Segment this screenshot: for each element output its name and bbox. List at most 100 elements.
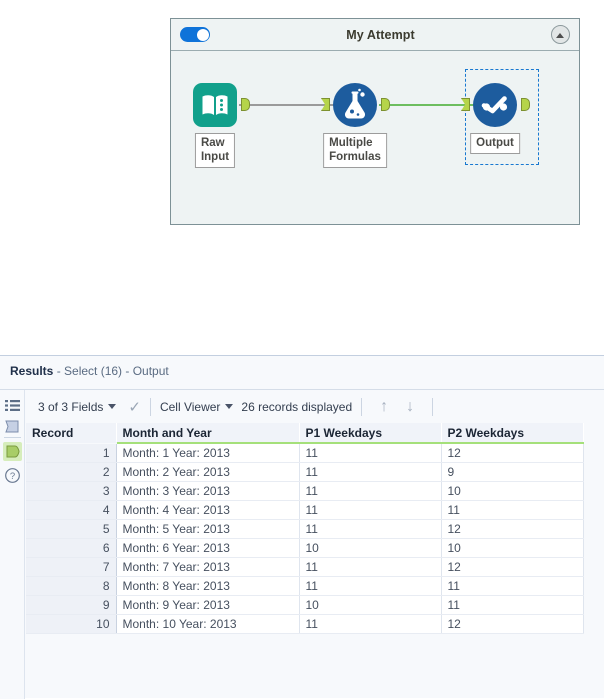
- table-cell[interactable]: 10: [441, 538, 584, 558]
- table-cell[interactable]: 10: [441, 481, 584, 501]
- book-icon: [193, 83, 237, 127]
- results-title: Results - Select (16) - Output: [10, 364, 169, 378]
- table-cell[interactable]: 11: [441, 576, 584, 596]
- svg-text:?: ?: [10, 471, 15, 482]
- table-cell[interactable]: Month: 8 Year: 2013: [116, 576, 300, 596]
- container-title: My Attempt: [346, 27, 415, 42]
- table-cell[interactable]: 11: [299, 443, 442, 463]
- table-cell[interactable]: 9: [441, 462, 584, 482]
- chevron-down-icon: [225, 404, 234, 409]
- help-icon-glyph: ?: [5, 468, 20, 483]
- table-cell[interactable]: Month: 5 Year: 2013: [116, 519, 300, 539]
- results-icon-rail: ?: [0, 390, 25, 699]
- node-multiple-formulas[interactable]: Multiple Formulas: [321, 83, 390, 168]
- table-cell[interactable]: Month: 1 Year: 2013: [116, 443, 300, 463]
- node-raw-input[interactable]: Raw Input: [193, 83, 250, 168]
- node-output[interactable]: Output: [461, 83, 530, 154]
- table-cell[interactable]: 11: [299, 614, 442, 634]
- cell-record-number[interactable]: 10: [26, 614, 117, 634]
- table-cell[interactable]: 11: [441, 500, 584, 520]
- table-cell[interactable]: Month: 2 Year: 2013: [116, 462, 300, 482]
- table-cell[interactable]: Month: 4 Year: 2013: [116, 500, 300, 520]
- table-row[interactable]: 10 Month: 10 Year: 2013 11 12: [26, 614, 584, 634]
- output-anchor-icon[interactable]: [3, 442, 22, 461]
- cell-viewer-label: Cell Viewer: [159, 399, 221, 414]
- table-cell[interactable]: 10: [299, 538, 442, 558]
- table-row[interactable]: 5 Month: 5 Year: 2013 11 12: [26, 519, 584, 539]
- table-cell[interactable]: 11: [299, 500, 442, 520]
- table-cell[interactable]: 11: [299, 462, 442, 482]
- list-view-icon[interactable]: [3, 396, 22, 415]
- output-anchor-icon-glyph: [6, 445, 20, 458]
- output-anchor-raw-input[interactable]: [241, 98, 250, 111]
- table-cell[interactable]: 12: [441, 614, 584, 634]
- flask-icon-glyph: [344, 88, 366, 119]
- output-anchor-formulas[interactable]: [381, 98, 390, 111]
- table-row[interactable]: 4 Month: 4 Year: 2013 11 11: [26, 500, 584, 520]
- cell-record-number[interactable]: 5: [26, 519, 117, 539]
- container-enable-toggle[interactable]: [180, 27, 210, 42]
- help-icon[interactable]: ?: [3, 466, 22, 485]
- output-anchor-output[interactable]: [521, 98, 530, 111]
- table-cell[interactable]: 11: [441, 595, 584, 615]
- cell-record-number[interactable]: 7: [26, 557, 117, 577]
- cell-record-number[interactable]: 3: [26, 481, 117, 501]
- chevron-down-icon: [108, 404, 117, 409]
- results-panel: Results - Select (16) - Output ? 3 of 3 …: [0, 355, 604, 699]
- arrow-down-icon[interactable]: ↓: [406, 398, 414, 416]
- cell-record-number[interactable]: 6: [26, 538, 117, 558]
- workflow-canvas[interactable]: My Attempt Raw Input Multiple Formulas O…: [0, 0, 604, 350]
- table-row[interactable]: 6 Month: 6 Year: 2013 10 10: [26, 538, 584, 558]
- table-row[interactable]: 2 Month: 2 Year: 2013 11 9: [26, 462, 584, 482]
- table-cell[interactable]: 11: [299, 557, 442, 577]
- node-label-output: Output: [470, 133, 520, 154]
- column-header-p1-weekdays[interactable]: P1 Weekdays: [299, 423, 442, 444]
- table-cell[interactable]: 12: [441, 557, 584, 577]
- checkmark-icon[interactable]: ✓: [128, 398, 141, 416]
- table-row[interactable]: 7 Month: 7 Year: 2013 11 12: [26, 557, 584, 577]
- tool-container-body: Raw Input Multiple Formulas Output: [171, 51, 579, 225]
- list-view-icon-glyph: [5, 400, 20, 411]
- book-icon-glyph: [202, 95, 228, 115]
- records-displayed-label: 26 records displayed: [241, 399, 353, 414]
- cell-record-number[interactable]: 9: [26, 595, 117, 615]
- message-panel-icon[interactable]: [3, 417, 22, 436]
- results-table: Record Month and Year P1 Weekdays P2 Wee…: [26, 423, 584, 634]
- column-header-month-and-year[interactable]: Month and Year: [116, 423, 300, 444]
- table-cell[interactable]: 11: [299, 576, 442, 596]
- table-cell[interactable]: Month: 10 Year: 2013: [116, 614, 300, 634]
- table-cell[interactable]: Month: 6 Year: 2013: [116, 538, 300, 558]
- message-panel-icon-glyph: [5, 420, 19, 433]
- arrow-up-icon[interactable]: ↑: [380, 398, 388, 416]
- results-toolbar: 3 of 3 Fields ✓ Cell Viewer 26 records d…: [26, 390, 604, 423]
- table-row[interactable]: 9 Month: 9 Year: 2013 10 11: [26, 595, 584, 615]
- results-grid[interactable]: Record Month and Year P1 Weekdays P2 Wee…: [26, 423, 604, 699]
- table-cell[interactable]: Month: 7 Year: 2013: [116, 557, 300, 577]
- cell-record-number[interactable]: 8: [26, 576, 117, 596]
- table-cell[interactable]: 12: [441, 443, 584, 463]
- tool-container[interactable]: My Attempt Raw Input Multiple Formulas O…: [170, 18, 580, 225]
- toolbar-divider: [361, 397, 363, 416]
- cell-record-number[interactable]: 1: [26, 443, 117, 463]
- cell-viewer-selector[interactable]: Cell Viewer: [160, 400, 237, 414]
- column-header-p2-weekdays[interactable]: P2 Weekdays: [441, 423, 584, 444]
- column-header-record[interactable]: Record: [26, 423, 117, 443]
- cell-record-number[interactable]: 4: [26, 500, 117, 520]
- table-cell[interactable]: Month: 3 Year: 2013: [116, 481, 300, 501]
- table-cell[interactable]: 11: [299, 519, 442, 539]
- flask-icon: [333, 83, 377, 127]
- table-row[interactable]: 1 Month: 1 Year: 2013 11 12: [26, 443, 584, 463]
- results-title-suffix: - Select (16) - Output: [53, 364, 169, 378]
- table-row[interactable]: 3 Month: 3 Year: 2013 11 10: [26, 481, 584, 501]
- chevron-up-icon[interactable]: [551, 25, 570, 44]
- cell-record-number[interactable]: 2: [26, 462, 117, 482]
- table-row[interactable]: 8 Month: 8 Year: 2013 11 11: [26, 576, 584, 596]
- table-cell[interactable]: 11: [299, 481, 442, 501]
- table-header-row: Record Month and Year P1 Weekdays P2 Wee…: [26, 423, 584, 444]
- table-cell[interactable]: 12: [441, 519, 584, 539]
- fields-selector[interactable]: 3 of 3 Fields: [38, 400, 120, 414]
- tool-container-header: My Attempt: [171, 19, 579, 51]
- table-cell[interactable]: 10: [299, 595, 442, 615]
- node-label-raw-input: Raw Input: [194, 133, 236, 168]
- table-cell[interactable]: Month: 9 Year: 2013: [116, 595, 300, 615]
